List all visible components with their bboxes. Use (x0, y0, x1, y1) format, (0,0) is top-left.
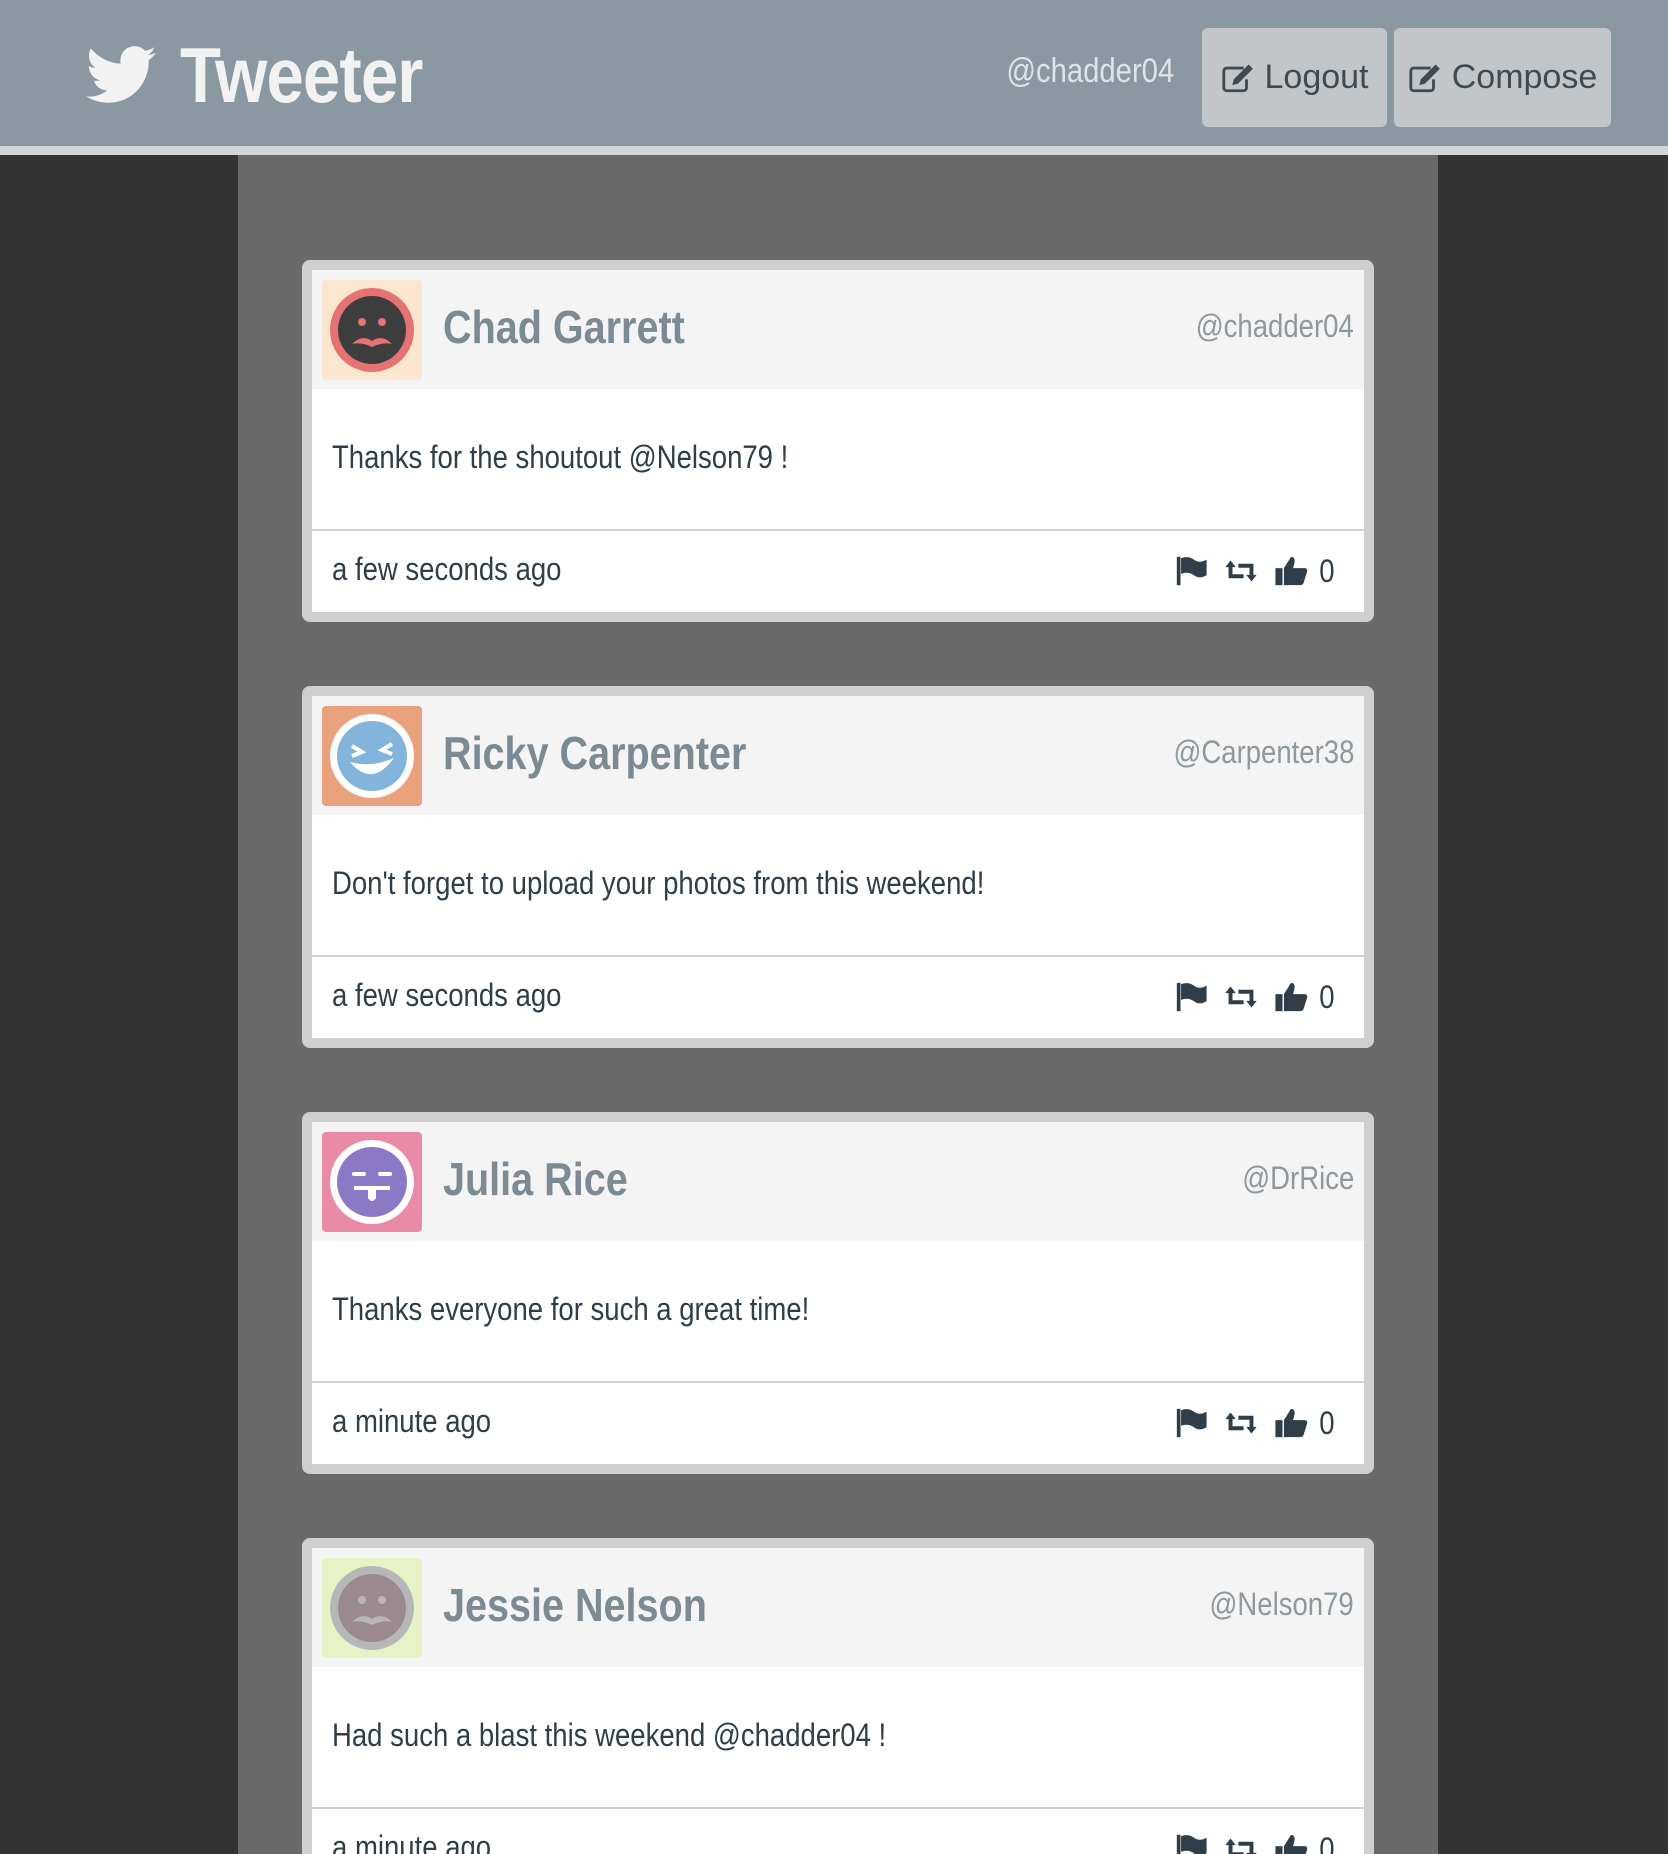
tweet-footer: a minute ago 0 (312, 1809, 1364, 1854)
logout-label: Logout (1264, 58, 1369, 96)
tweet-timestamp: a few seconds ago (332, 551, 562, 587)
twitter-bird-icon (86, 46, 156, 103)
avatar[interactable] (322, 1558, 422, 1658)
compose-label: Compose (1451, 58, 1598, 96)
tweet-header: Chad Garrett @chadder04 (312, 270, 1364, 389)
tweet-body: Don't forget to upload your photos from … (312, 815, 1364, 957)
author-name[interactable]: Ricky Carpenter (443, 726, 746, 780)
laughing-face-avatar-icon (330, 714, 414, 798)
retweet-icon[interactable] (1224, 555, 1258, 587)
thumbs-up-icon[interactable] (1274, 555, 1308, 587)
mustache-face-avatar-icon (330, 1566, 414, 1650)
tweet-header: Jessie Nelson @Nelson79 (312, 1548, 1364, 1667)
edit-icon (1221, 64, 1253, 92)
tweet-timestamp: a minute ago (332, 1829, 492, 1854)
flag-icon[interactable] (1174, 1833, 1208, 1854)
edit-icon (1409, 64, 1440, 92)
like-count: 0 (1319, 978, 1335, 1015)
top-navbar: Tweeter @chadder04 Logout Compose (0, 0, 1668, 155)
tweet-text: Had such a blast this weekend @chadder04… (332, 1717, 887, 1753)
mustache-face-avatar-icon (330, 288, 414, 372)
author-name[interactable]: Chad Garrett (443, 300, 685, 354)
tweet-actions: 0 (1158, 1831, 1336, 1854)
tweet-card: Chad Garrett @chadder04 Thanks for the s… (302, 260, 1374, 622)
logout-button[interactable]: Logout (1202, 28, 1387, 127)
author-name[interactable]: Jessie Nelson (443, 1578, 707, 1632)
tweet-text: Thanks for the shoutout @Nelson79 ! (332, 439, 789, 475)
thumbs-up-icon[interactable] (1274, 981, 1308, 1013)
tweet-body: Had such a blast this weekend @chadder04… (312, 1667, 1364, 1809)
thumbs-up-icon[interactable] (1274, 1833, 1308, 1854)
author-handle[interactable]: @Carpenter38 (1173, 734, 1354, 771)
app-title: Tweeter (180, 30, 423, 119)
flag-icon[interactable] (1174, 1407, 1208, 1439)
tweet-actions: 0 (1158, 979, 1336, 1015)
tweet-card: Julia Rice @DrRice Thanks everyone for s… (302, 1112, 1374, 1474)
tweet-feed: Chad Garrett @chadder04 Thanks for the s… (238, 155, 1438, 1854)
like-count: 0 (1319, 552, 1335, 589)
tweet-card: Jessie Nelson @Nelson79 Had such a blast… (302, 1538, 1374, 1854)
tweet-header: Julia Rice @DrRice (312, 1122, 1364, 1241)
author-name[interactable]: Julia Rice (443, 1152, 628, 1206)
tweet-timestamp: a few seconds ago (332, 977, 562, 1013)
retweet-icon[interactable] (1224, 1833, 1258, 1854)
like-count: 0 (1319, 1830, 1335, 1854)
tweet-header: Ricky Carpenter @Carpenter38 (312, 696, 1364, 815)
author-handle[interactable]: @Nelson79 (1210, 1586, 1354, 1623)
tweet-text: Don't forget to upload your photos from … (332, 865, 985, 901)
author-handle[interactable]: @DrRice (1242, 1160, 1354, 1197)
tweet-actions: 0 (1158, 1405, 1336, 1441)
tweet-actions: 0 (1158, 553, 1336, 589)
compose-button[interactable]: Compose (1394, 28, 1611, 127)
tweet-footer: a few seconds ago 0 (312, 957, 1364, 1038)
thumbs-up-icon[interactable] (1274, 1407, 1308, 1439)
flag-icon[interactable] (1174, 981, 1208, 1013)
tweet-body: Thanks everyone for such a great time! (312, 1241, 1364, 1383)
flag-icon[interactable] (1174, 555, 1208, 587)
brand[interactable]: Tweeter (86, 28, 462, 122)
current-user-handle: @chadder04 (1006, 52, 1174, 90)
tweet-card: Ricky Carpenter @Carpenter38 Don't forge… (302, 686, 1374, 1048)
avatar[interactable] (322, 280, 422, 380)
author-handle[interactable]: @chadder04 (1196, 308, 1354, 345)
tweet-footer: a minute ago 0 (312, 1383, 1364, 1464)
retweet-icon[interactable] (1224, 981, 1258, 1013)
tongue-face-avatar-icon (330, 1140, 414, 1224)
avatar[interactable] (322, 1132, 422, 1232)
retweet-icon[interactable] (1224, 1407, 1258, 1439)
tweet-timestamp: a minute ago (332, 1403, 492, 1439)
tweet-text: Thanks everyone for such a great time! (332, 1291, 810, 1327)
like-count: 0 (1319, 1404, 1335, 1441)
avatar[interactable] (322, 706, 422, 806)
tweet-footer: a few seconds ago 0 (312, 531, 1364, 612)
tweet-body: Thanks for the shoutout @Nelson79 ! (312, 389, 1364, 531)
